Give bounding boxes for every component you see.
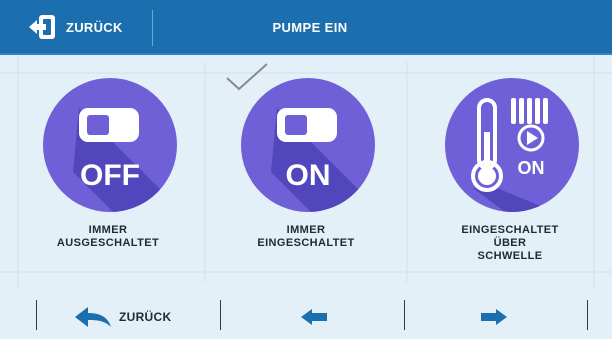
caption-line: EINGESCHALTET: [257, 237, 355, 249]
option-on-above-threshold[interactable]: ON EINGESCHALTET ÜBER SCHWELLE: [420, 60, 600, 282]
option-always-off[interactable]: OFF IMMER AUSGESCHALTET: [18, 60, 198, 282]
option-caption: EINGESCHALTET ÜBER SCHWELLE: [420, 224, 600, 263]
thermometer-radiator-on-icon: ON: [445, 78, 579, 212]
header-divider: [152, 10, 153, 46]
bottom-back-label: ZURÜCK: [119, 310, 172, 324]
previous-button[interactable]: [221, 293, 404, 339]
option-caption: IMMER EINGESCHALTET: [216, 224, 396, 250]
svg-text:OFF: OFF: [80, 159, 140, 192]
header-back-button[interactable]: ZURÜCK: [0, 0, 150, 55]
page-title: PUMPE EIN: [272, 20, 348, 35]
exit-back-icon: [29, 15, 55, 39]
bottom-back-button[interactable]: ZURÜCK: [37, 293, 220, 339]
caption-line: AUSGESCHALTET: [56, 237, 160, 249]
back-arrow-icon: [75, 307, 111, 327]
header-bar: ZURÜCK PUMPE EIN: [0, 0, 612, 55]
caption-line: ÜBER: [493, 237, 527, 249]
caption-line: EINGESCHALTET: [461, 224, 559, 236]
arrow-left-icon: [301, 309, 327, 325]
bottom-divider: [587, 300, 588, 330]
option-always-on[interactable]: ON IMMER EINGESCHALTET: [216, 60, 396, 282]
switch-on-icon: ON: [241, 78, 375, 212]
caption-line: SCHWELLE: [477, 250, 543, 262]
svg-text:ON: ON: [286, 159, 331, 192]
option-caption: IMMER AUSGESCHALTET: [18, 224, 198, 250]
header-back-label: ZURÜCK: [66, 20, 123, 35]
caption-line: IMMER: [88, 224, 128, 236]
svg-text:ON: ON: [518, 158, 545, 178]
next-button[interactable]: [405, 293, 587, 339]
arrow-right-icon: [481, 309, 507, 325]
screen: ZURÜCK PUMPE EIN OFF IMMER AUSGESCHALTET…: [0, 0, 612, 339]
caption-line: IMMER: [286, 224, 326, 236]
bottom-nav-bar: ZURÜCK: [0, 293, 612, 339]
switch-off-icon: OFF: [43, 78, 177, 212]
